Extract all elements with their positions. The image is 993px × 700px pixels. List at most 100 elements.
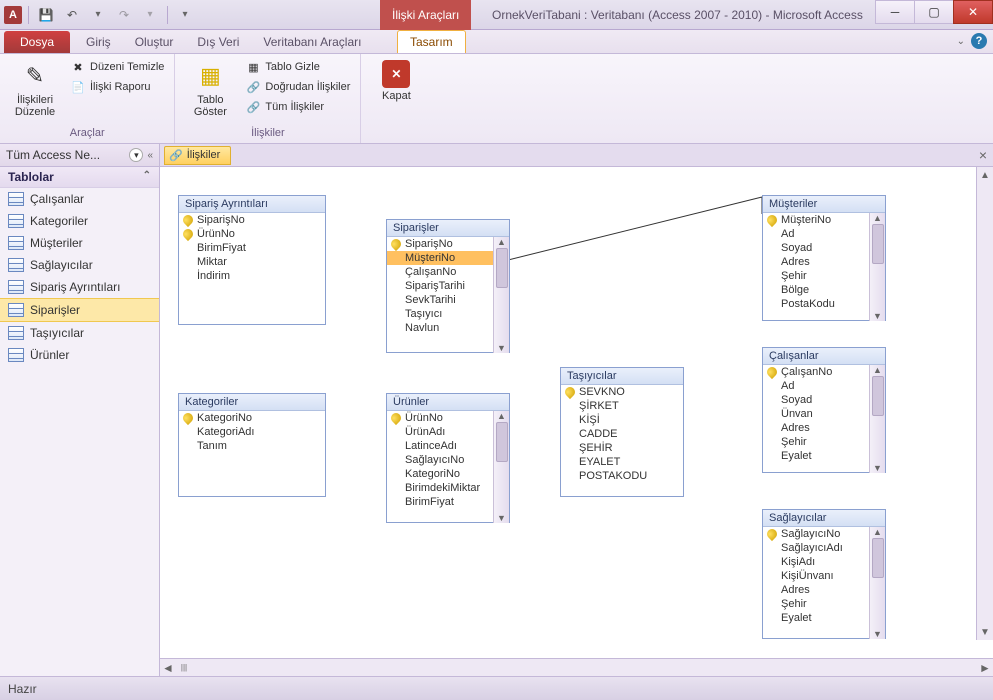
canvas-vertical-scrollbar[interactable]: ▲ ▼ xyxy=(976,167,993,640)
field-ÜrünAdı[interactable]: ÜrünAdı xyxy=(387,425,493,439)
table-header[interactable]: Taşıyıcılar xyxy=(561,368,683,385)
field-ÇalışanNo[interactable]: ÇalışanNo xyxy=(763,365,869,379)
save-icon[interactable]: 💾 xyxy=(35,4,57,26)
field-Ünvan[interactable]: Ünvan xyxy=(763,407,869,421)
table-scrollbar[interactable]: ▲▼ xyxy=(493,237,509,353)
table-scrollbar[interactable]: ▲▼ xyxy=(869,365,885,473)
field-Ad[interactable]: Ad xyxy=(763,379,869,393)
relationships-canvas[interactable]: Sipariş AyrıntılarıSiparişNoÜrünNoBirimF… xyxy=(160,166,993,658)
tab-external-data[interactable]: Dış Veri xyxy=(185,31,251,53)
redo-dropdown-icon[interactable]: ▾ xyxy=(139,4,161,26)
field-ÜrünNo[interactable]: ÜrünNo xyxy=(387,411,493,425)
scroll-right-icon[interactable]: ► xyxy=(977,661,993,675)
scroll-up-icon[interactable]: ▲ xyxy=(977,167,993,183)
field-PostaKodu[interactable]: PostaKodu xyxy=(763,297,869,311)
table-scrollbar[interactable]: ▲▼ xyxy=(869,527,885,639)
field-Soyad[interactable]: Soyad xyxy=(763,393,869,407)
field-Tanım[interactable]: Tanım xyxy=(179,439,325,453)
field-Taşıyıcı[interactable]: Taşıyıcı xyxy=(387,307,493,321)
nav-collapse-icon[interactable]: « xyxy=(147,150,153,161)
field-Miktar[interactable]: Miktar xyxy=(179,255,325,269)
field-Eyalet[interactable]: Eyalet xyxy=(763,611,869,625)
field-KişiAdı[interactable]: KişiAdı xyxy=(763,555,869,569)
doc-tab-close-icon[interactable]: × xyxy=(979,147,987,163)
direct-relationships-button[interactable]: 🔗 Doğrudan İlişkiler xyxy=(243,78,352,96)
tab-design[interactable]: Tasarım xyxy=(397,30,466,53)
field-KİŞİ[interactable]: KİŞİ xyxy=(561,413,683,427)
table-calisanlar[interactable]: ÇalışanlarÇalışanNoAdSoyadÜnvanAdresŞehi… xyxy=(762,347,886,473)
edit-relationships-button[interactable]: ✎ İlişkileri Düzenle xyxy=(8,58,62,120)
close-button[interactable]: ✕ xyxy=(953,0,993,24)
table-tasiyicilar[interactable]: TaşıyıcılarSEVKNOŞİRKETKİŞİCADDEŞEHİREYA… xyxy=(560,367,684,497)
table-saglayicilar[interactable]: SağlayıcılarSağlayıcıNoSağlayıcıAdıKişiA… xyxy=(762,509,886,639)
field-LatinceAdı[interactable]: LatinceAdı xyxy=(387,439,493,453)
undo-dropdown-icon[interactable]: ▾ xyxy=(87,4,109,26)
minimize-button[interactable]: ─ xyxy=(875,0,915,24)
nav-item-taşıyıcılar[interactable]: Taşıyıcılar xyxy=(0,322,159,344)
table-header[interactable]: Müşteriler xyxy=(763,196,885,213)
qat-customize-icon[interactable]: ▾ xyxy=(174,4,196,26)
field-SEVKNO[interactable]: SEVKNO xyxy=(561,385,683,399)
undo-icon[interactable]: ↶ xyxy=(61,4,83,26)
table-scrollbar[interactable]: ▲▼ xyxy=(493,411,509,523)
field-EYALET[interactable]: EYALET xyxy=(561,455,683,469)
field-ÜrünNo[interactable]: ÜrünNo xyxy=(179,227,325,241)
field-Şehir[interactable]: Şehir xyxy=(763,597,869,611)
field-SağlayıcıNo[interactable]: SağlayıcıNo xyxy=(763,527,869,541)
tab-database-tools[interactable]: Veritabanı Araçları xyxy=(251,31,373,53)
field-Adres[interactable]: Adres xyxy=(763,255,869,269)
nav-header[interactable]: Tüm Access Ne... ▾ « xyxy=(0,144,159,167)
nav-item-çalışanlar[interactable]: Çalışanlar xyxy=(0,188,159,210)
nav-item-sağlayıcılar[interactable]: Sağlayıcılar xyxy=(0,254,159,276)
table-header[interactable]: Siparişler xyxy=(387,220,509,237)
tab-home[interactable]: Giriş xyxy=(74,31,123,53)
table-header[interactable]: Sağlayıcılar xyxy=(763,510,885,527)
field-Bölge[interactable]: Bölge xyxy=(763,283,869,297)
table-siparisler[interactable]: SiparişlerSiparişNoMüşteriNoÇalışanNoSip… xyxy=(386,219,510,353)
redo-icon[interactable]: ↷ xyxy=(113,4,135,26)
field-Navlun[interactable]: Navlun xyxy=(387,321,493,335)
table-header[interactable]: Kategoriler xyxy=(179,394,325,411)
field-BirimdekiMiktar[interactable]: BirimdekiMiktar xyxy=(387,481,493,495)
field-KategoriAdı[interactable]: KategoriAdı xyxy=(179,425,325,439)
minimize-ribbon-icon[interactable]: ⌄ xyxy=(957,36,965,47)
all-relationships-button[interactable]: 🔗 Tüm İlişkiler xyxy=(243,98,352,116)
field-Adres[interactable]: Adres xyxy=(763,421,869,435)
table-urunler[interactable]: ÜrünlerÜrünNoÜrünAdıLatinceAdıSağlayıcıN… xyxy=(386,393,510,523)
field-SağlayıcıAdı[interactable]: SağlayıcıAdı xyxy=(763,541,869,555)
maximize-button[interactable]: ▢ xyxy=(914,0,954,24)
scroll-left-icon[interactable]: ◄ xyxy=(160,661,176,675)
field-İndirim[interactable]: İndirim xyxy=(179,269,325,283)
field-MüşteriNo[interactable]: MüşteriNo xyxy=(387,251,493,265)
canvas-horizontal-scrollbar[interactable]: ◄ ||| ► xyxy=(160,658,993,676)
relationship-report-button[interactable]: 📄 İlişki Raporu xyxy=(68,78,166,96)
doc-tab-relationships[interactable]: 🔗 İlişkiler xyxy=(164,146,231,165)
field-BirimFiyat[interactable]: BirimFiyat xyxy=(179,241,325,255)
field-KategoriNo[interactable]: KategoriNo xyxy=(387,467,493,481)
field-ŞEHİR[interactable]: ŞEHİR xyxy=(561,441,683,455)
table-header[interactable]: Ürünler xyxy=(387,394,509,411)
show-table-button[interactable]: ▦ Tablo Göster xyxy=(183,58,237,120)
field-MüşteriNo[interactable]: MüşteriNo xyxy=(763,213,869,227)
clear-layout-button[interactable]: ✖ Düzeni Temizle xyxy=(68,58,166,76)
table-header[interactable]: Çalışanlar xyxy=(763,348,885,365)
field-Eyalet[interactable]: Eyalet xyxy=(763,449,869,463)
nav-item-kategoriler[interactable]: Kategoriler xyxy=(0,210,159,232)
field-KategoriNo[interactable]: KategoriNo xyxy=(179,411,325,425)
nav-item-müşteriler[interactable]: Müşteriler xyxy=(0,232,159,254)
nav-filter-dropdown-icon[interactable]: ▾ xyxy=(129,148,143,162)
help-icon[interactable]: ? xyxy=(971,33,987,49)
field-Şehir[interactable]: Şehir xyxy=(763,269,869,283)
app-icon[interactable]: A xyxy=(4,6,22,24)
field-SağlayıcıNo[interactable]: SağlayıcıNo xyxy=(387,453,493,467)
tab-create[interactable]: Oluştur xyxy=(123,31,186,53)
scroll-left-step-icon[interactable]: ||| xyxy=(176,663,192,672)
field-BirimFiyat[interactable]: BirimFiyat xyxy=(387,495,493,509)
field-SiparişTarihi[interactable]: SiparişTarihi xyxy=(387,279,493,293)
scroll-down-icon[interactable]: ▼ xyxy=(977,624,993,640)
table-siparis-ayrintilari[interactable]: Sipariş AyrıntılarıSiparişNoÜrünNoBirimF… xyxy=(178,195,326,325)
field-ÇalışanNo[interactable]: ÇalışanNo xyxy=(387,265,493,279)
table-header[interactable]: Sipariş Ayrıntıları xyxy=(179,196,325,213)
table-kategoriler[interactable]: KategorilerKategoriNoKategoriAdıTanım xyxy=(178,393,326,497)
nav-item-ürünler[interactable]: Ürünler xyxy=(0,344,159,366)
